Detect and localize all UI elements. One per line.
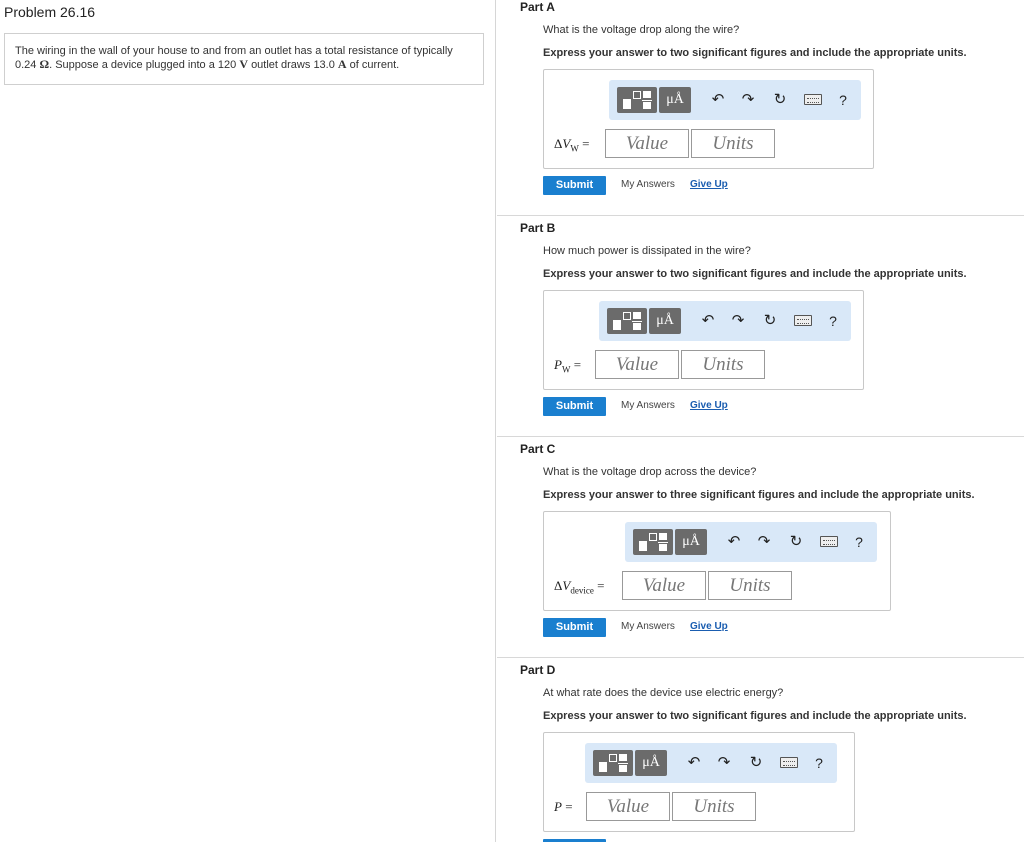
- variable-symbol: P: [554, 799, 562, 814]
- part-section: Part D At what rate does the device use …: [497, 663, 1024, 842]
- part-section: Part C What is the voltage drop across t…: [497, 442, 1024, 652]
- problem-text-line2c: of current.: [349, 59, 400, 71]
- undo-icon[interactable]: ↶: [697, 309, 719, 333]
- answer-box: μÅ ↶ ↷ ↻ ? ΔVW = Value Units: [543, 69, 874, 169]
- resistance-unit: Ω: [39, 57, 50, 71]
- part-instruction: Express your answer to three significant…: [543, 489, 975, 501]
- problem-title: Problem 26.16: [4, 4, 96, 20]
- my-answers-link[interactable]: My Answers: [621, 621, 675, 632]
- parts-panel: Part A What is the voltage drop along th…: [497, 0, 1024, 842]
- submit-button[interactable]: Submit: [543, 176, 606, 195]
- units-icon[interactable]: μÅ: [659, 87, 691, 113]
- variable-equals: =: [578, 136, 590, 151]
- variable-equals: =: [561, 799, 573, 814]
- undo-icon[interactable]: ↶: [723, 530, 745, 554]
- my-answers-link[interactable]: My Answers: [621, 400, 675, 411]
- part-title: Part B: [520, 221, 556, 235]
- redo-icon[interactable]: ↷: [713, 751, 735, 775]
- answer-variable-label: ΔVdevice =: [554, 578, 604, 596]
- templates-icon[interactable]: [593, 750, 633, 776]
- problem-statement: The wiring in the wall of your house to …: [4, 33, 484, 85]
- problem-text-line2b: outlet draws: [251, 59, 311, 71]
- help-icon[interactable]: ?: [836, 88, 850, 112]
- units-input[interactable]: Units: [708, 571, 792, 600]
- answer-variable-label: PW =: [554, 357, 581, 375]
- undo-icon[interactable]: ↶: [707, 88, 729, 112]
- give-up-link[interactable]: Give Up: [690, 179, 728, 190]
- units-input[interactable]: Units: [681, 350, 765, 379]
- math-toolbar: μÅ ↶ ↷ ↻ ?: [625, 522, 877, 562]
- keyboard-icon[interactable]: [780, 757, 798, 768]
- undo-icon[interactable]: ↶: [683, 751, 705, 775]
- value-input[interactable]: Value: [595, 350, 679, 379]
- part-question: What is the voltage drop across the devi…: [543, 466, 757, 478]
- give-up-link[interactable]: Give Up: [690, 400, 728, 411]
- my-answers-link[interactable]: My Answers: [621, 179, 675, 190]
- redo-icon[interactable]: ↷: [737, 88, 759, 112]
- problem-panel: Problem 26.16 The wiring in the wall of …: [0, 0, 496, 842]
- part-question: At what rate does the device use electri…: [543, 687, 784, 699]
- keyboard-icon[interactable]: [794, 315, 812, 326]
- keyboard-icon[interactable]: [804, 94, 822, 105]
- variable-subscript: device: [570, 585, 594, 596]
- part-title: Part A: [520, 0, 555, 14]
- units-input[interactable]: Units: [691, 129, 775, 158]
- answer-box: μÅ ↶ ↷ ↻ ? ΔVdevice = Value Units: [543, 511, 891, 611]
- part-title: Part C: [520, 442, 556, 456]
- value-input[interactable]: Value: [586, 792, 670, 821]
- part-instruction: Express your answer to two significant f…: [543, 268, 967, 280]
- part-section: Part B How much power is dissipated in t…: [497, 221, 1024, 431]
- part-title: Part D: [520, 663, 556, 677]
- part-instruction: Express your answer to two significant f…: [543, 710, 967, 722]
- variable-symbol: P: [554, 357, 562, 372]
- resistance-value: 0.24: [15, 59, 37, 71]
- reset-icon[interactable]: ↻: [759, 309, 781, 333]
- reset-icon[interactable]: ↻: [785, 530, 807, 554]
- units-icon[interactable]: μÅ: [675, 529, 707, 555]
- math-toolbar: μÅ ↶ ↷ ↻ ?: [585, 743, 837, 783]
- part-divider: [497, 657, 1024, 658]
- keyboard-icon[interactable]: [820, 536, 838, 547]
- voltage-value: 120: [217, 59, 237, 71]
- give-up-link[interactable]: Give Up: [690, 621, 728, 632]
- part-divider: [497, 436, 1024, 437]
- redo-icon[interactable]: ↷: [727, 309, 749, 333]
- part-question: What is the voltage drop along the wire?: [543, 24, 740, 36]
- units-icon[interactable]: μÅ: [635, 750, 667, 776]
- current-value: 13.0: [313, 59, 335, 71]
- value-input[interactable]: Value: [622, 571, 706, 600]
- voltage-unit: V: [239, 57, 248, 71]
- part-section: Part A What is the voltage drop along th…: [497, 0, 1024, 210]
- submit-button[interactable]: Submit: [543, 618, 606, 637]
- reset-icon[interactable]: ↻: [745, 751, 767, 775]
- value-input[interactable]: Value: [605, 129, 689, 158]
- variable-equals: =: [570, 357, 582, 372]
- answer-variable-label: ΔVW =: [554, 136, 589, 154]
- templates-icon[interactable]: [607, 308, 647, 334]
- variable-subscript: W: [570, 143, 579, 154]
- math-toolbar: μÅ ↶ ↷ ↻ ?: [609, 80, 861, 120]
- units-input[interactable]: Units: [672, 792, 756, 821]
- answer-box: μÅ ↶ ↷ ↻ ? P = Value Units: [543, 732, 855, 832]
- math-toolbar: μÅ ↶ ↷ ↻ ?: [599, 301, 851, 341]
- part-instruction: Express your answer to two significant f…: [543, 47, 967, 59]
- reset-icon[interactable]: ↻: [769, 88, 791, 112]
- help-icon[interactable]: ?: [826, 309, 840, 333]
- help-icon[interactable]: ?: [852, 530, 866, 554]
- part-divider: [497, 215, 1024, 216]
- help-icon[interactable]: ?: [812, 751, 826, 775]
- units-icon[interactable]: μÅ: [649, 308, 681, 334]
- problem-text-line1: The wiring in the wall of your house to …: [15, 45, 453, 57]
- part-question: How much power is dissipated in the wire…: [543, 245, 751, 257]
- problem-text-line2a: . Suppose a device plugged into a: [49, 59, 215, 71]
- templates-icon[interactable]: [633, 529, 673, 555]
- answer-variable-label: P =: [554, 799, 573, 817]
- current-unit: A: [337, 57, 347, 71]
- variable-equals: =: [593, 578, 605, 593]
- submit-button[interactable]: Submit: [543, 397, 606, 416]
- templates-icon[interactable]: [617, 87, 657, 113]
- answer-box: μÅ ↶ ↷ ↻ ? PW = Value Units: [543, 290, 864, 390]
- redo-icon[interactable]: ↷: [753, 530, 775, 554]
